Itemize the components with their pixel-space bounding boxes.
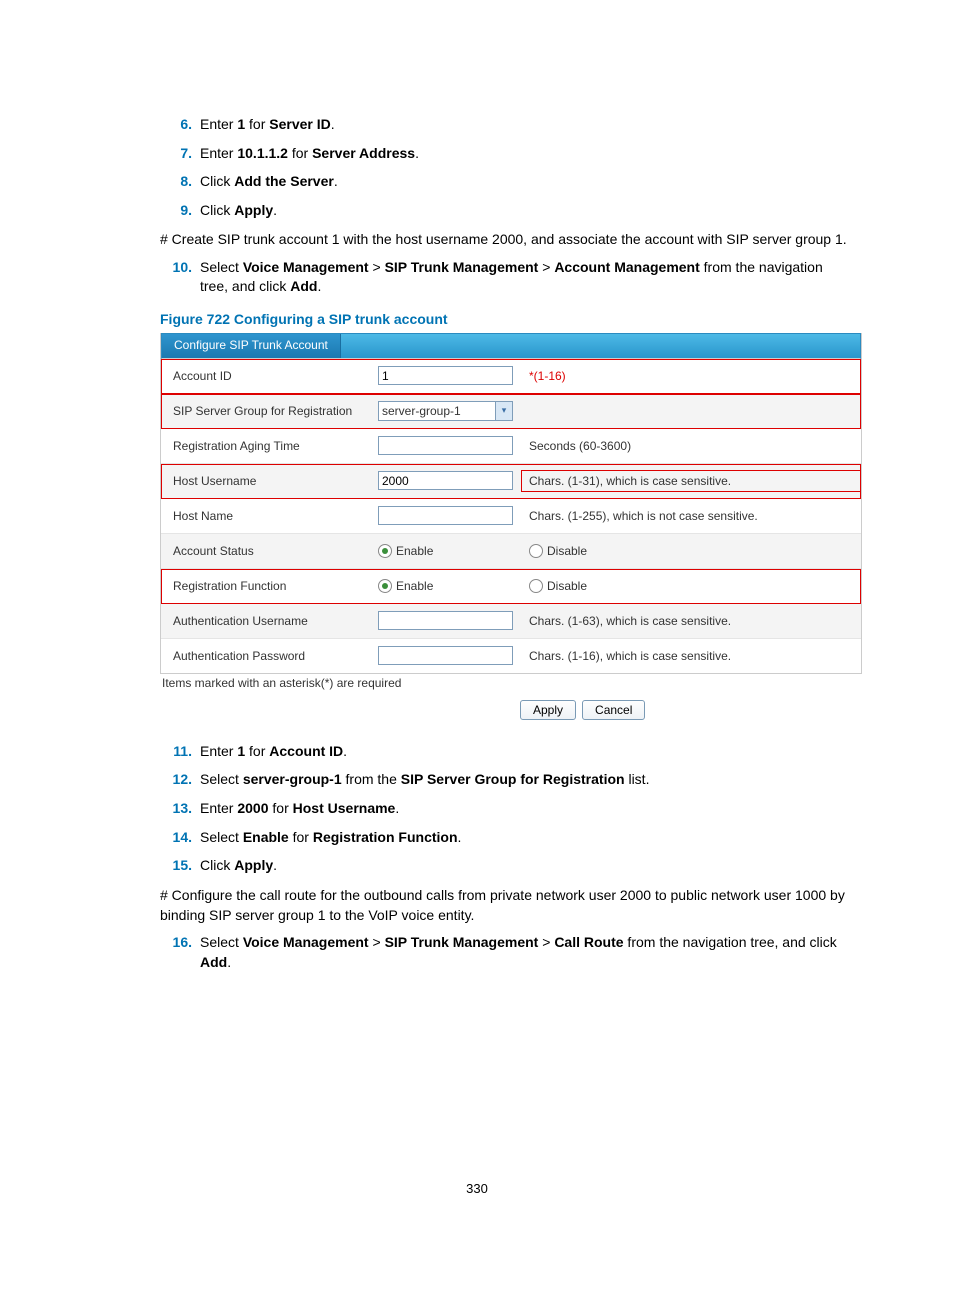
form-required-note: Items marked with an asterisk(*) are req… bbox=[160, 674, 854, 690]
hint-auth-password: Chars. (1-16), which is case sensitive. bbox=[521, 645, 861, 667]
step-7: 7. Enter 10.1.1.2 for Server Address. bbox=[160, 144, 854, 164]
hint-account-id: *(1-16) bbox=[521, 365, 861, 387]
step-text: Enter 1 for Account ID. bbox=[200, 742, 854, 762]
figure-caption: Figure 722 Configuring a SIP trunk accou… bbox=[160, 311, 854, 327]
row-auth-username: Authentication Username Chars. (1-63), w… bbox=[161, 604, 861, 639]
input-host-username[interactable] bbox=[378, 471, 513, 490]
label-sip-group: SIP Server Group for Registration bbox=[161, 400, 376, 422]
step-text: Select Voice Management > SIP Trunk Mana… bbox=[200, 933, 854, 972]
row-auth-password: Authentication Password Chars. (1-16), w… bbox=[161, 639, 861, 673]
step-text: Enter 2000 for Host Username. bbox=[200, 799, 854, 819]
step-text: Enter 1 for Server ID. bbox=[200, 115, 854, 135]
radio-icon bbox=[378, 544, 392, 558]
radio-account-status-enable[interactable]: Enable bbox=[378, 544, 433, 558]
page-number: 330 bbox=[0, 1181, 954, 1196]
paragraph-call-route: # Configure the call route for the outbo… bbox=[160, 885, 854, 926]
steps-list-10: 10. Select Voice Management > SIP Trunk … bbox=[160, 258, 854, 297]
label-host-name: Host Name bbox=[161, 505, 376, 527]
step-text: Select Voice Management > SIP Trunk Mana… bbox=[200, 258, 854, 297]
row-reg-aging: Registration Aging Time Seconds (60-3600… bbox=[161, 429, 861, 464]
step-14: 14. Select Enable for Registration Funct… bbox=[160, 828, 854, 848]
steps-list-b: 11. Enter 1 for Account ID. 12. Select s… bbox=[160, 742, 854, 876]
row-account-id: Account ID *(1-16) bbox=[161, 359, 861, 394]
label-auth-password: Authentication Password bbox=[161, 645, 376, 667]
step-number: 13. bbox=[160, 799, 200, 819]
step-16: 16. Select Voice Management > SIP Trunk … bbox=[160, 933, 854, 972]
step-number: 15. bbox=[160, 856, 200, 876]
radio-account-status-disable[interactable]: Disable bbox=[529, 544, 587, 558]
form-header-tab: Configure SIP Trunk Account bbox=[162, 334, 341, 358]
cancel-button[interactable]: Cancel bbox=[582, 700, 645, 720]
radio-reg-function-disable[interactable]: Disable bbox=[529, 579, 587, 593]
radio-icon bbox=[529, 544, 543, 558]
hint-reg-aging: Seconds (60-3600) bbox=[521, 435, 861, 457]
step-number: 8. bbox=[160, 172, 200, 192]
input-host-name[interactable] bbox=[378, 506, 513, 525]
sip-trunk-form: Configure SIP Trunk Account Account ID *… bbox=[160, 333, 862, 674]
form-header: Configure SIP Trunk Account bbox=[161, 333, 861, 359]
radio-icon bbox=[529, 579, 543, 593]
step-number: 11. bbox=[160, 742, 200, 762]
step-12: 12. Select server-group-1 from the SIP S… bbox=[160, 770, 854, 790]
step-6: 6. Enter 1 for Server ID. bbox=[160, 115, 854, 135]
row-account-status: Account Status Enable Disable bbox=[161, 534, 861, 569]
row-host-name: Host Name Chars. (1-255), which is not c… bbox=[161, 499, 861, 534]
select-sip-group[interactable]: server-group-1 ▾ bbox=[378, 401, 513, 421]
hint-host-name: Chars. (1-255), which is not case sensit… bbox=[521, 505, 861, 527]
step-number: 14. bbox=[160, 828, 200, 848]
step-9: 9. Click Apply. bbox=[160, 201, 854, 221]
step-8: 8. Click Add the Server. bbox=[160, 172, 854, 192]
step-text: Enter 10.1.1.2 for Server Address. bbox=[200, 144, 854, 164]
label-auth-username: Authentication Username bbox=[161, 610, 376, 632]
label-reg-aging: Registration Aging Time bbox=[161, 435, 376, 457]
input-account-id[interactable] bbox=[378, 366, 513, 385]
step-text: Select Enable for Registration Function. bbox=[200, 828, 854, 848]
input-auth-username[interactable] bbox=[378, 611, 513, 630]
radio-reg-function-enable[interactable]: Enable bbox=[378, 579, 433, 593]
label-account-status: Account Status bbox=[161, 540, 376, 562]
step-text: Select server-group-1 from the SIP Serve… bbox=[200, 770, 854, 790]
row-host-username: Host Username Chars. (1-31), which is ca… bbox=[161, 464, 861, 499]
step-10: 10. Select Voice Management > SIP Trunk … bbox=[160, 258, 854, 297]
form-button-row: Apply Cancel bbox=[160, 700, 860, 720]
hint-host-username: Chars. (1-31), which is case sensitive. bbox=[521, 470, 861, 492]
step-number: 7. bbox=[160, 144, 200, 164]
step-number: 9. bbox=[160, 201, 200, 221]
label-account-id: Account ID bbox=[161, 365, 376, 387]
chevron-down-icon: ▾ bbox=[495, 402, 512, 420]
step-number: 10. bbox=[160, 258, 200, 297]
step-11: 11. Enter 1 for Account ID. bbox=[160, 742, 854, 762]
apply-button[interactable]: Apply bbox=[520, 700, 576, 720]
steps-list-a: 6. Enter 1 for Server ID. 7. Enter 10.1.… bbox=[160, 115, 854, 220]
step-number: 6. bbox=[160, 115, 200, 135]
row-sip-server-group: SIP Server Group for Registration server… bbox=[161, 394, 861, 429]
step-text: Click Apply. bbox=[200, 856, 854, 876]
step-text: Click Add the Server. bbox=[200, 172, 854, 192]
steps-list-16: 16. Select Voice Management > SIP Trunk … bbox=[160, 933, 854, 972]
hint-auth-username: Chars. (1-63), which is case sensitive. bbox=[521, 610, 861, 632]
step-number: 12. bbox=[160, 770, 200, 790]
step-text: Click Apply. bbox=[200, 201, 854, 221]
label-host-username: Host Username bbox=[161, 470, 376, 492]
step-number: 16. bbox=[160, 933, 200, 972]
label-reg-function: Registration Function bbox=[161, 575, 376, 597]
paragraph-create-account: # Create SIP trunk account 1 with the ho… bbox=[160, 229, 854, 249]
row-registration-function: Registration Function Enable Disable bbox=[161, 569, 861, 604]
input-auth-password[interactable] bbox=[378, 646, 513, 665]
input-reg-aging[interactable] bbox=[378, 436, 513, 455]
step-15: 15. Click Apply. bbox=[160, 856, 854, 876]
radio-icon bbox=[378, 579, 392, 593]
step-13: 13. Enter 2000 for Host Username. bbox=[160, 799, 854, 819]
